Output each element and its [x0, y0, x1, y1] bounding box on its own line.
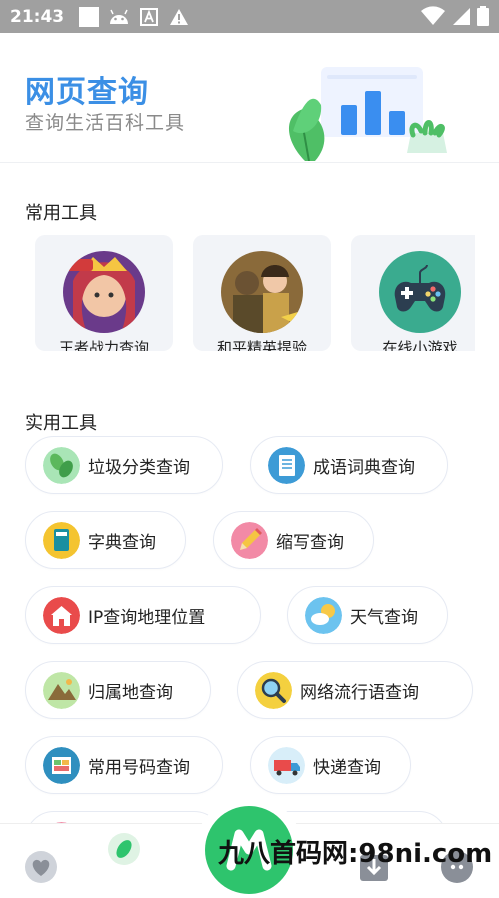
status-bar: 21:43 [0, 0, 499, 33]
magnifier-icon [255, 671, 292, 709]
tool-item-label: IP查询地理位置 [88, 607, 206, 628]
tool-item-weather[interactable]: 天气查询 [287, 586, 448, 644]
page-title: 网页查询 [25, 75, 149, 110]
common-tool-label: 和平精英提验 [216, 339, 307, 351]
common-tools-row: 王者战力查询 和平精英提验 在线小游戏 [35, 235, 475, 351]
delivery-truck-icon [268, 746, 305, 784]
leaves-icon [43, 446, 80, 484]
watermark-text: 九八首码网:98ni.com [218, 839, 493, 869]
tool-item-origin[interactable]: 归属地查询 [25, 661, 211, 719]
book-icon [43, 521, 80, 559]
signal-icon [451, 6, 471, 30]
android-icon [108, 6, 130, 28]
mountain-icon [43, 671, 80, 709]
soldier-portrait-icon [221, 251, 303, 333]
common-tools-title: 常用工具 [25, 203, 97, 224]
tool-item-label: 垃圾分类查询 [88, 457, 190, 478]
text-a-icon [138, 6, 160, 28]
tool-item-label: 缩写查询 [276, 532, 344, 553]
battery-icon [477, 6, 489, 30]
tool-item-abbreviation[interactable]: 缩写查询 [213, 511, 374, 569]
tool-item-label: 字典查询 [88, 532, 156, 553]
tool-item-ip-location[interactable]: IP查询地理位置 [25, 586, 261, 644]
common-tool-label: 在线小游戏 [382, 339, 458, 351]
weather-icon [305, 596, 342, 634]
common-tool-card[interactable]: 和平精英提验 [193, 235, 331, 351]
header-illustration [283, 61, 458, 162]
heart-icon[interactable] [25, 851, 57, 883]
house-icon [43, 596, 80, 634]
tool-item-label: 成语词典查询 [313, 457, 415, 478]
tool-item-label: 常用号码查询 [88, 757, 190, 778]
tool-item-dictionary[interactable]: 字典查询 [25, 511, 186, 569]
leaf-tab-icon[interactable] [108, 833, 140, 865]
pencil-icon [231, 521, 268, 559]
warning-icon [168, 6, 190, 28]
common-tool-card[interactable]: 在线小游戏 [351, 235, 475, 351]
tool-item-label: 快递查询 [313, 757, 381, 778]
tool-item-idiom[interactable]: 成语词典查询 [250, 436, 448, 494]
tool-item-label: 网络流行语查询 [300, 682, 419, 703]
gamepad-icon [379, 251, 461, 333]
tool-item-garbage[interactable]: 垃圾分类查询 [25, 436, 223, 494]
tool-item-phone-numbers[interactable]: 常用号码查询 [25, 736, 223, 794]
header: 网页查询 查询生活百科工具 [0, 33, 499, 163]
tool-item-label: 天气查询 [350, 607, 418, 628]
hero-portrait-icon [63, 251, 145, 333]
utility-tools-title: 实用工具 [25, 413, 97, 434]
status-right [421, 6, 489, 30]
notebook-icon [268, 446, 305, 484]
square-notification-icon [78, 6, 100, 28]
common-tool-label: 王者战力查询 [58, 339, 149, 351]
tool-item-label: 归属地查询 [88, 682, 173, 703]
status-time: 21:43 [10, 6, 65, 27]
tool-item-express[interactable]: 快递查询 [250, 736, 411, 794]
panel-icon [43, 746, 80, 784]
page-subtitle: 查询生活百科工具 [25, 112, 186, 134]
common-tool-card[interactable]: 王者战力查询 [35, 235, 173, 351]
tool-item-internet-slang[interactable]: 网络流行语查询 [237, 661, 473, 719]
wifi-icon [421, 6, 445, 30]
